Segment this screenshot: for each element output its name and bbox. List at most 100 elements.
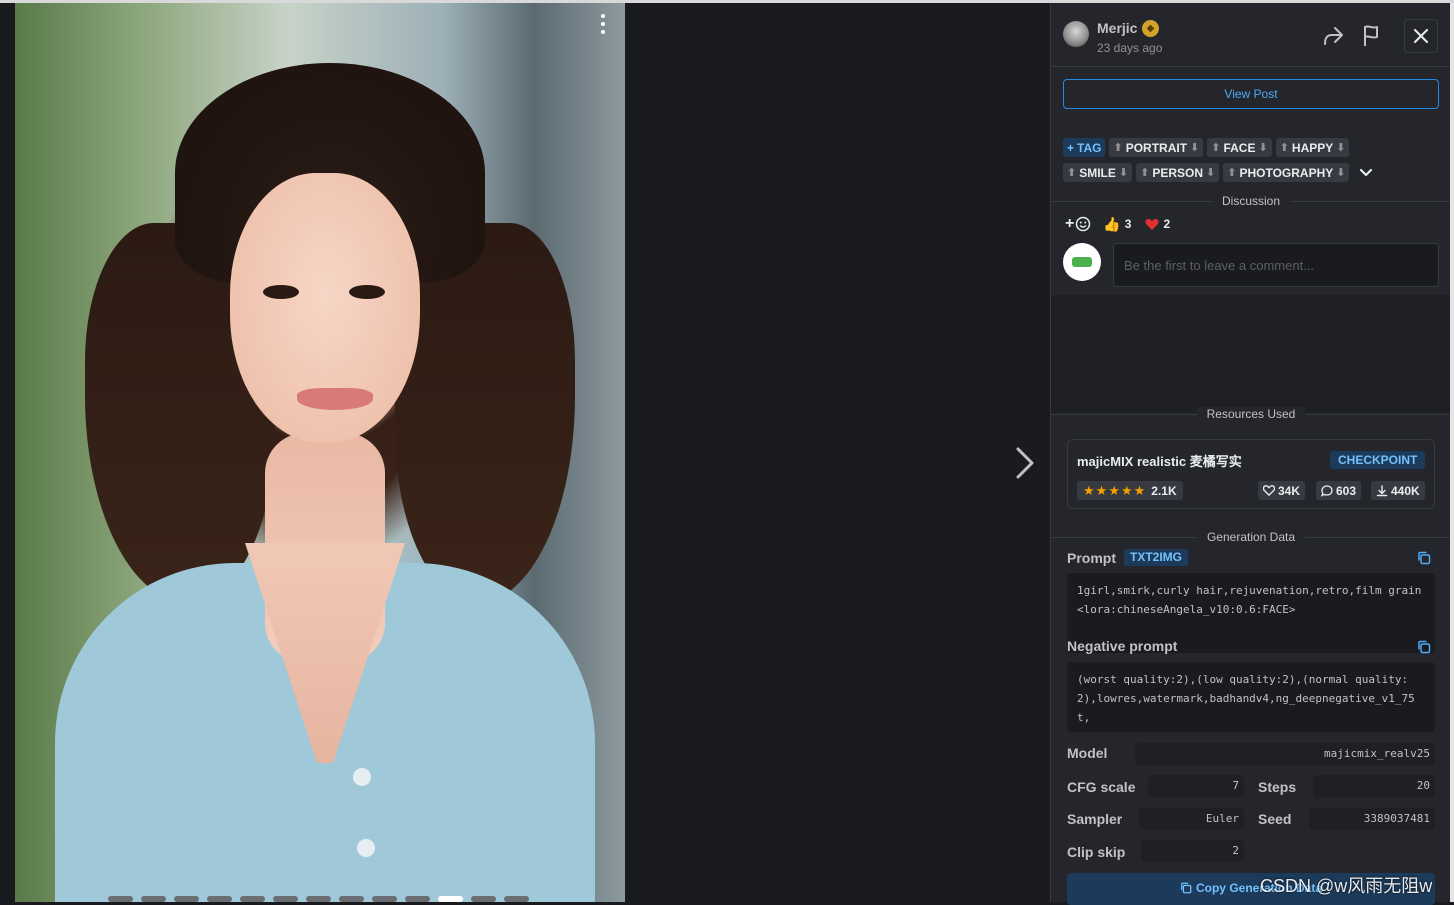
resource-name[interactable]: majicMIX realistic 麦橘写实	[1077, 451, 1242, 470]
clipskip-value: 2	[1141, 840, 1244, 862]
image-viewer	[0, 3, 1050, 902]
watermark: CSDN @w风雨无阻w	[1260, 876, 1433, 896]
tag-happy[interactable]: ⬆ HAPPY ⬇	[1275, 138, 1350, 157]
downvote-icon[interactable]: ⬇	[1206, 166, 1215, 179]
smiley-icon	[1076, 216, 1091, 232]
tag-photography[interactable]: ⬆ PHOTOGRAPHY ⬇	[1223, 163, 1350, 182]
next-image-button[interactable]	[1008, 443, 1042, 483]
resource-card[interactable]: majicMIX realistic 麦橘写实 CHECKPOINT ★ ★ ★…	[1067, 439, 1435, 509]
resources-label: Resources Used	[1196, 407, 1306, 421]
like-reaction[interactable]: 👍 3	[1103, 216, 1131, 233]
post-time: 23 days ago	[1097, 41, 1163, 55]
username[interactable]: Merjic	[1097, 20, 1137, 36]
upvote-icon[interactable]: ⬆	[1067, 166, 1076, 179]
rating-count: 2.1K	[1151, 483, 1177, 498]
creator-badge-icon: ◆	[1142, 20, 1159, 37]
discussion-divider: Discussion	[1051, 194, 1451, 208]
tag-person[interactable]: ⬆ PERSON ⬇	[1136, 163, 1220, 182]
close-button[interactable]	[1404, 19, 1438, 53]
downvote-icon[interactable]: ⬇	[1190, 141, 1199, 154]
pagination-dot-active[interactable]	[438, 896, 463, 902]
comments-area	[1051, 295, 1451, 413]
scrollbar[interactable]	[1450, 3, 1454, 902]
star-icon: ★	[1108, 482, 1120, 498]
prompt-label: Prompt	[1067, 549, 1116, 566]
resource-rating: ★ ★ ★ ★ ★ 2.1K	[1077, 481, 1183, 500]
negative-prompt-header: Negative prompt	[1067, 638, 1177, 654]
downvote-icon[interactable]: ⬇	[1258, 141, 1267, 154]
chevron-down-icon	[1360, 168, 1373, 176]
tag-smile[interactable]: ⬆ SMILE ⬇	[1063, 163, 1133, 182]
expand-tags-button[interactable]	[1357, 164, 1375, 182]
cfg-label: CFG scale	[1067, 779, 1136, 795]
upvote-icon[interactable]: ⬆	[1211, 141, 1220, 154]
downvote-icon[interactable]: ⬇	[1119, 166, 1128, 179]
pagination-dot[interactable]	[240, 896, 265, 902]
comments-stat: 603	[1316, 481, 1362, 500]
sampler-value: Euler	[1139, 808, 1244, 830]
pagination-dot[interactable]	[471, 896, 496, 902]
add-tag-button[interactable]: + TAG	[1063, 138, 1106, 157]
resources-divider: Resources Used	[1051, 407, 1451, 421]
download-icon	[1376, 484, 1388, 496]
view-post-button[interactable]: View Post	[1063, 79, 1439, 109]
reactions-bar: + 👍 3 2	[1065, 215, 1170, 233]
pagination-dot[interactable]	[141, 896, 166, 902]
upvote-icon[interactable]: ⬆	[1280, 141, 1289, 154]
favorites-stat: 34K	[1258, 481, 1306, 500]
pagination-dot[interactable]	[273, 896, 298, 902]
steps-value: 20	[1313, 775, 1435, 797]
star-icon: ★	[1120, 482, 1133, 498]
image-pagination	[108, 896, 529, 902]
copy-icon	[1181, 882, 1192, 894]
share-button[interactable]	[1320, 23, 1346, 49]
heart-outline-icon	[1263, 485, 1275, 496]
tag-face[interactable]: ⬆ FACE ⬇	[1207, 138, 1272, 157]
add-reaction-button[interactable]: +	[1065, 215, 1091, 233]
panel-header: Merjic ◆ 23 days ago	[1051, 3, 1451, 67]
downvote-icon[interactable]: ⬇	[1336, 141, 1345, 154]
plus-icon: +	[1065, 215, 1075, 232]
comment-input[interactable]: Be the first to leave a comment...	[1113, 243, 1439, 287]
heart-reaction[interactable]: 2	[1145, 217, 1170, 231]
generated-image[interactable]	[15, 3, 625, 902]
pagination-dot[interactable]	[372, 896, 397, 902]
prompt-type-badge: TXT2IMG	[1124, 549, 1189, 566]
plus-icon: +	[1067, 140, 1075, 155]
star-icon: ★	[1095, 482, 1108, 498]
star-icon: ★	[1083, 482, 1095, 498]
current-user-avatar	[1063, 243, 1101, 281]
negative-prompt-label: Negative prompt	[1067, 638, 1178, 654]
upvote-icon[interactable]: ⬆	[1140, 166, 1149, 179]
pagination-dot[interactable]	[339, 896, 364, 902]
thumbs-up-icon: 👍	[1103, 215, 1121, 232]
copy-negative-prompt-button[interactable]	[1417, 640, 1431, 654]
resource-type-badge: CHECKPOINT	[1330, 451, 1426, 469]
share-icon	[1324, 27, 1343, 45]
clipskip-label: Clip skip	[1067, 844, 1126, 860]
tag-list: + TAG ⬆ PORTRAIT ⬇ ⬆ FACE ⬇ ⬆ HAPPY ⬇ ⬆ SMILE ⬇ ⬆…	[1063, 138, 1443, 188]
heart-icon	[1145, 218, 1160, 230]
prompt-header: Prompt TXT2IMG	[1067, 549, 1189, 566]
model-value: majicmix_realv25	[1135, 743, 1435, 765]
tag-portrait[interactable]: ⬆ PORTRAIT ⬇	[1109, 138, 1204, 157]
pagination-dot[interactable]	[207, 896, 232, 902]
pagination-dot[interactable]	[174, 896, 199, 902]
more-options-icon[interactable]	[598, 13, 608, 37]
user-avatar[interactable]	[1063, 21, 1089, 47]
upvote-icon[interactable]: ⬆	[1113, 141, 1122, 154]
copy-icon	[1418, 640, 1431, 654]
pagination-dot[interactable]	[306, 896, 331, 902]
star-icon: ★	[1133, 482, 1146, 498]
pagination-dot[interactable]	[405, 896, 430, 902]
chevron-right-icon	[1016, 447, 1034, 479]
pagination-dot[interactable]	[504, 896, 529, 902]
report-button[interactable]	[1358, 23, 1384, 49]
model-label: Model	[1067, 745, 1108, 761]
upvote-icon[interactable]: ⬆	[1227, 166, 1236, 179]
seed-value: 3389037481	[1309, 808, 1435, 830]
flag-icon	[1364, 25, 1378, 46]
copy-prompt-button[interactable]	[1417, 551, 1431, 565]
pagination-dot[interactable]	[108, 896, 133, 902]
downvote-icon[interactable]: ⬇	[1336, 166, 1345, 179]
